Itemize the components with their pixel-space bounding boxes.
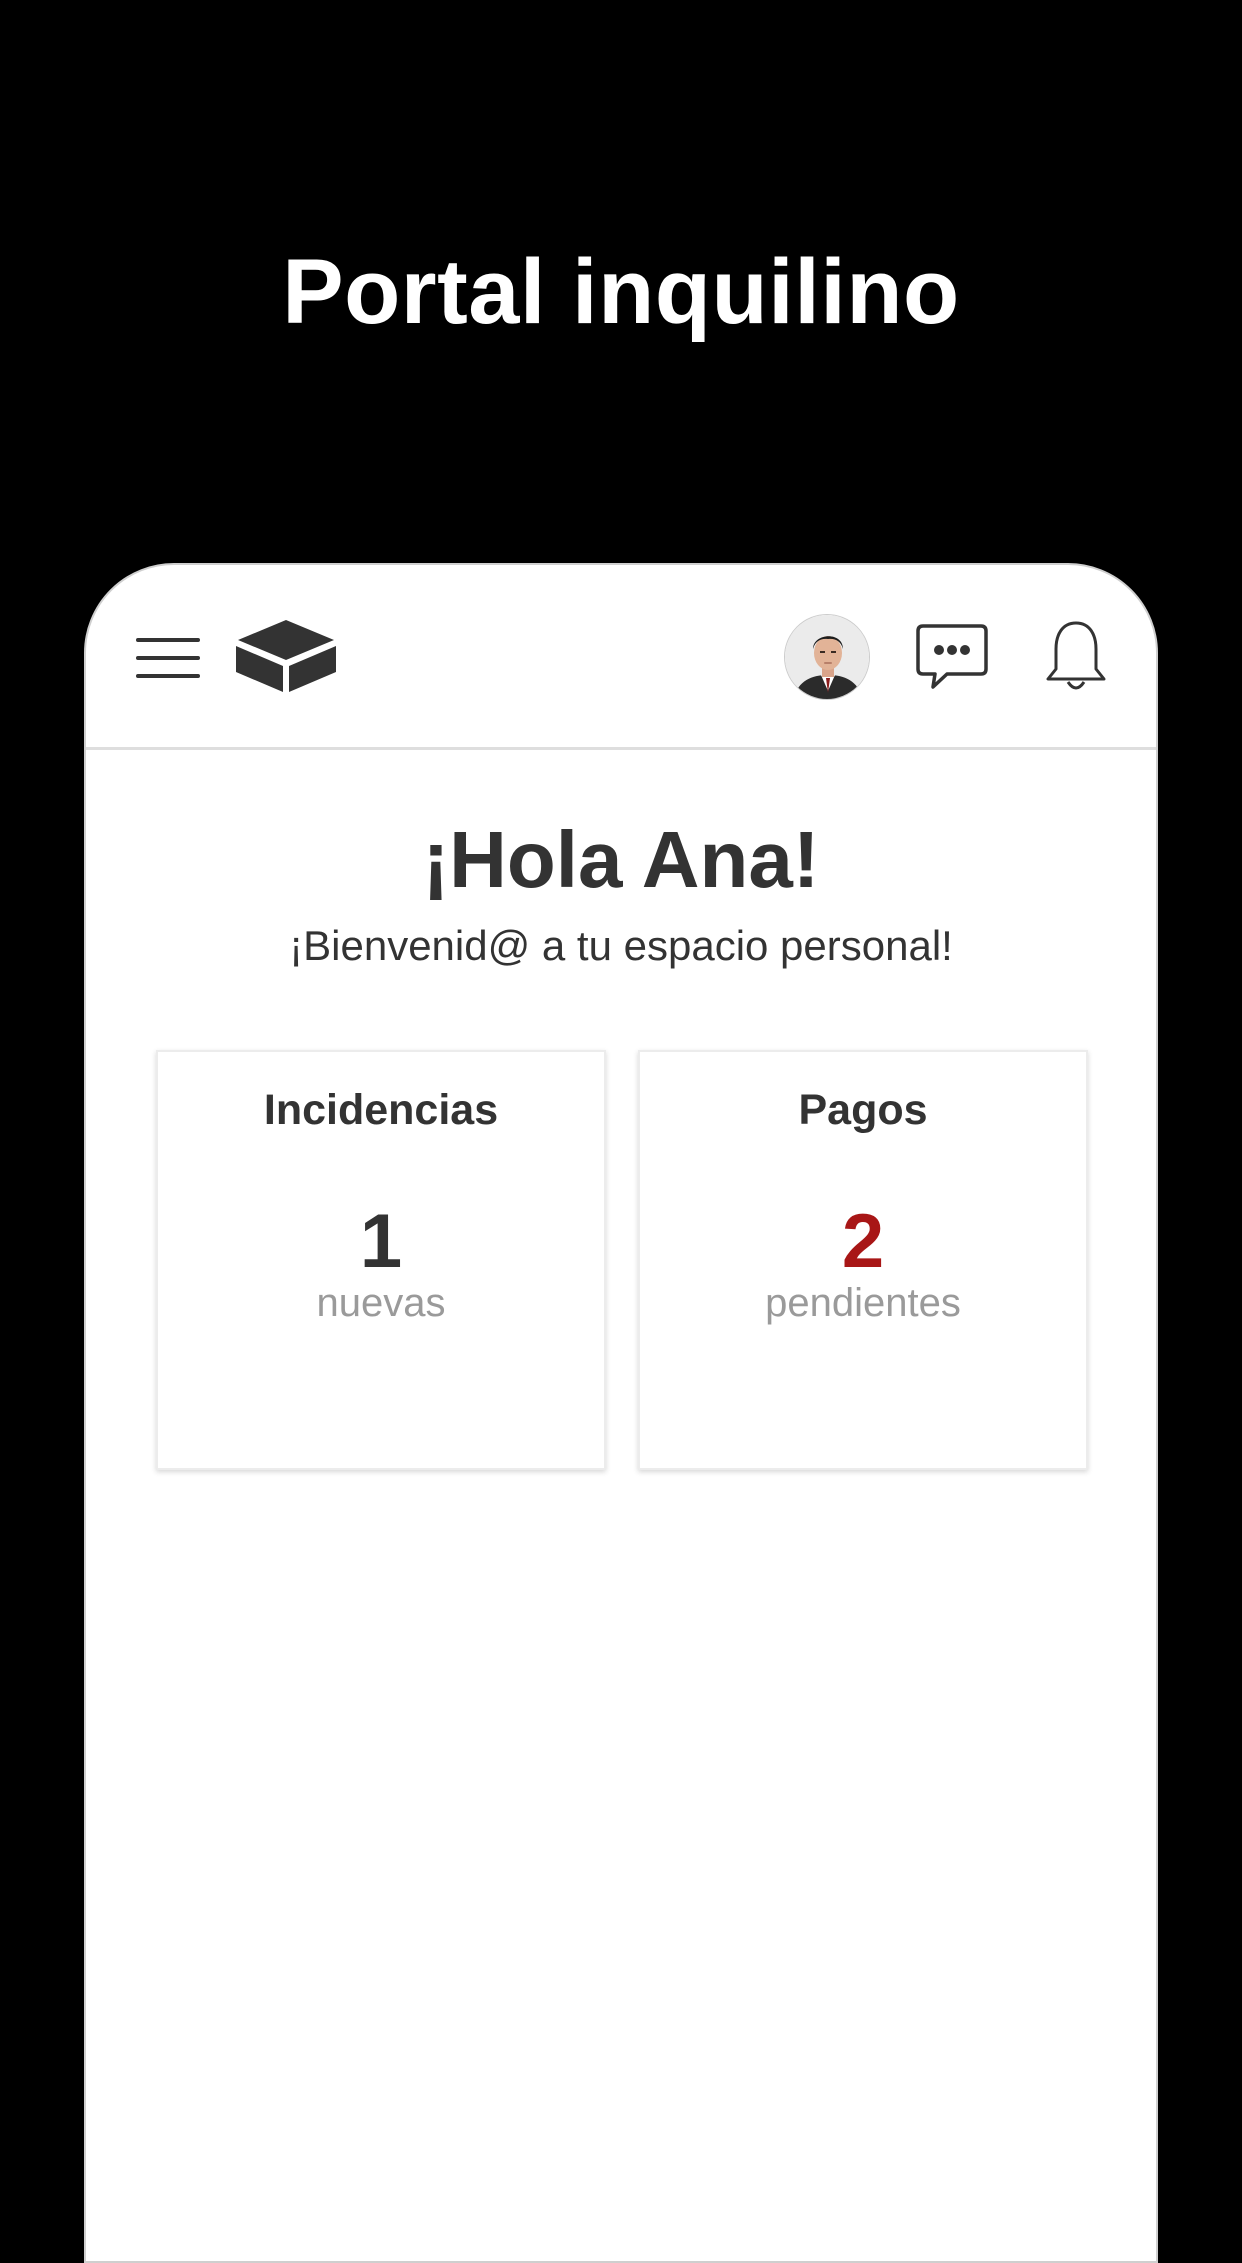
bell-icon[interactable] bbox=[1044, 619, 1108, 695]
box-logo-icon[interactable] bbox=[234, 618, 338, 694]
incidencias-subtitle: nuevas bbox=[316, 1281, 446, 1325]
user-avatar-photo bbox=[785, 615, 869, 699]
avatar[interactable] bbox=[784, 614, 870, 700]
incidencias-card-title: Incidencias bbox=[263, 1086, 499, 1134]
incidencias-card[interactable]: Incidencias 1 nuevas bbox=[156, 1050, 606, 1470]
greeting-heading: ¡Hola Ana! bbox=[422, 815, 820, 904]
incidencias-count: 1 bbox=[359, 1199, 403, 1284]
promo-title: Portal inquilino bbox=[282, 241, 960, 343]
welcome-text: ¡Bienvenid@ a tu espacio personal! bbox=[289, 922, 953, 969]
hamburger-menu-icon[interactable] bbox=[136, 638, 200, 678]
app-header bbox=[86, 565, 1156, 750]
chat-bubble-icon[interactable] bbox=[915, 623, 989, 691]
app-screen: ¡Hola Ana! ¡Bienvenid@ a tu espacio pers… bbox=[84, 563, 1158, 2263]
pagos-count: 2 bbox=[841, 1199, 885, 1284]
pagos-card[interactable]: Pagos 2 pendientes bbox=[638, 1050, 1088, 1470]
pagos-card-title: Pagos bbox=[798, 1086, 928, 1134]
pagos-subtitle: pendientes bbox=[765, 1281, 961, 1325]
